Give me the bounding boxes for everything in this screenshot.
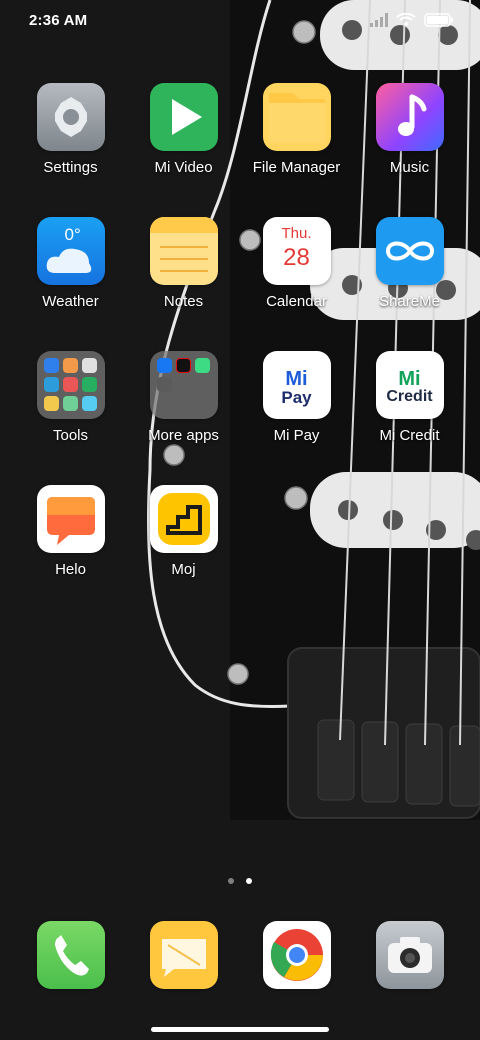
app-label: Mi Video bbox=[154, 159, 213, 176]
app-mi-credit[interactable]: Mi Credit Mi Credit bbox=[353, 351, 466, 444]
notes-icon[interactable] bbox=[149, 217, 218, 285]
app-label: Settings bbox=[43, 159, 98, 176]
app-label: Tools bbox=[52, 427, 89, 444]
app-calendar[interactable]: Thu. 28 Calendar bbox=[240, 217, 353, 310]
mi-credit-icon[interactable]: Mi Credit bbox=[375, 351, 444, 419]
app-helo[interactable]: Helo bbox=[14, 485, 127, 578]
app-label: Music bbox=[389, 159, 430, 176]
app-more-apps[interactable]: More apps bbox=[127, 351, 240, 444]
status-bar: 2:36 AM bbox=[0, 0, 480, 44]
app-moj[interactable]: Moj bbox=[127, 485, 240, 578]
settings-icon[interactable] bbox=[36, 83, 105, 151]
app-music[interactable]: Music bbox=[353, 83, 466, 176]
dock-camera[interactable] bbox=[353, 921, 466, 989]
home-indicator[interactable] bbox=[151, 1027, 329, 1032]
mi-pay-sub: Pay bbox=[281, 388, 312, 407]
dock-messages[interactable] bbox=[127, 921, 240, 989]
app-notes[interactable]: Notes bbox=[127, 217, 240, 310]
status-time: 2:36 AM bbox=[29, 12, 88, 29]
chrome-icon[interactable] bbox=[262, 921, 331, 989]
mi-credit-sub: Credit bbox=[386, 388, 433, 405]
app-label: Moj bbox=[171, 561, 196, 578]
calendar-month: Thu. bbox=[281, 225, 312, 242]
app-label: Helo bbox=[55, 561, 86, 578]
dock-chrome[interactable] bbox=[240, 921, 353, 989]
moj-icon[interactable] bbox=[149, 485, 218, 553]
app-mi-video[interactable]: Mi Video bbox=[127, 83, 240, 176]
app-shareme[interactable]: ShareMe bbox=[353, 217, 466, 310]
app-label: Calendar bbox=[266, 293, 327, 310]
music-icon[interactable] bbox=[375, 83, 444, 151]
mi-video-icon[interactable] bbox=[149, 83, 218, 151]
app-tools[interactable]: Tools bbox=[14, 351, 127, 444]
more-apps-folder-icon[interactable] bbox=[149, 351, 218, 419]
app-weather[interactable]: 0° Weather bbox=[14, 217, 127, 310]
app-label: More apps bbox=[148, 427, 219, 444]
app-file-manager[interactable]: File Manager bbox=[240, 83, 353, 176]
page-dot-active[interactable] bbox=[246, 878, 252, 884]
messages-icon[interactable] bbox=[149, 921, 218, 989]
file-manager-icon[interactable] bbox=[262, 83, 331, 151]
mi-pay-icon[interactable]: Mi Pay bbox=[262, 351, 331, 419]
dock bbox=[14, 921, 466, 991]
phone-icon[interactable] bbox=[36, 921, 105, 989]
wifi-icon bbox=[396, 13, 416, 26]
dock-phone[interactable] bbox=[14, 921, 127, 989]
page-dot[interactable] bbox=[228, 878, 234, 884]
helo-icon[interactable] bbox=[36, 485, 105, 553]
page-indicator bbox=[0, 878, 480, 884]
status-icons bbox=[370, 13, 454, 27]
app-settings[interactable]: Settings bbox=[14, 83, 127, 176]
calendar-icon[interactable]: Thu. 28 bbox=[262, 217, 331, 285]
app-label: Mi Pay bbox=[273, 427, 320, 444]
app-label: ShareMe bbox=[379, 293, 440, 310]
tools-folder-icon[interactable] bbox=[36, 351, 105, 419]
app-label: Mi Credit bbox=[379, 427, 440, 444]
camera-icon[interactable] bbox=[375, 921, 444, 989]
app-label: Notes bbox=[163, 293, 204, 310]
signal-icon bbox=[370, 13, 388, 27]
weather-icon[interactable]: 0° bbox=[36, 217, 105, 285]
app-label: File Manager bbox=[252, 159, 341, 176]
app-mi-pay[interactable]: Mi Pay Mi Pay bbox=[240, 351, 353, 444]
app-label: Weather bbox=[42, 293, 99, 310]
shareme-icon[interactable] bbox=[375, 217, 444, 285]
battery-icon bbox=[424, 13, 453, 27]
calendar-day: 28 bbox=[283, 244, 310, 271]
